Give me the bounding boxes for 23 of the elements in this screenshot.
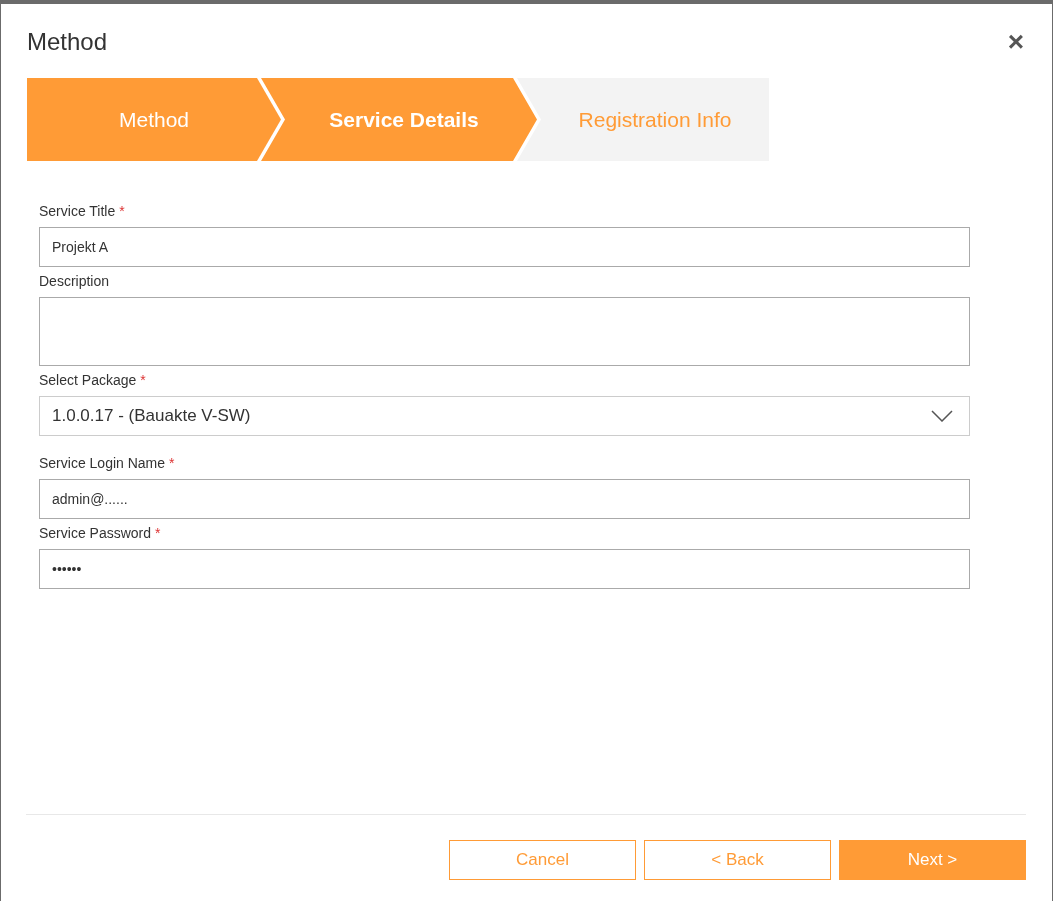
close-button[interactable]: ×: [1007, 28, 1024, 56]
description-field[interactable]: [39, 297, 970, 366]
dialog-title: Method: [27, 28, 108, 56]
field-label: Service Title: [39, 202, 116, 221]
required-mark: *: [155, 524, 161, 543]
field-label: Description: [39, 272, 110, 291]
wizard-step[interactable]: Method: [27, 78, 281, 161]
input-field[interactable]: Projekt A: [39, 227, 970, 267]
input-field[interactable]: admin@......: [39, 479, 970, 519]
required-mark: *: [140, 371, 146, 390]
package-dropdown[interactable]: 1.0.0.17 - (Bauakte V-SW): [39, 396, 970, 436]
required-mark: *: [119, 202, 125, 221]
footer-button[interactable]: Cancel: [449, 840, 636, 880]
footer-button[interactable]: Next >: [839, 840, 1026, 880]
wizard-step[interactable]: Registration Info: [517, 78, 769, 161]
required-mark: *: [169, 454, 175, 473]
field-label: Service Password: [39, 524, 152, 543]
wizard-step[interactable]: Service Details: [261, 78, 537, 161]
password-field[interactable]: ••••••: [39, 549, 970, 589]
chevron-down-icon: [931, 410, 953, 422]
footer-button[interactable]: < Back: [644, 840, 831, 880]
field-label: Select Package: [39, 371, 137, 390]
field-label: Service Login Name: [39, 454, 166, 473]
